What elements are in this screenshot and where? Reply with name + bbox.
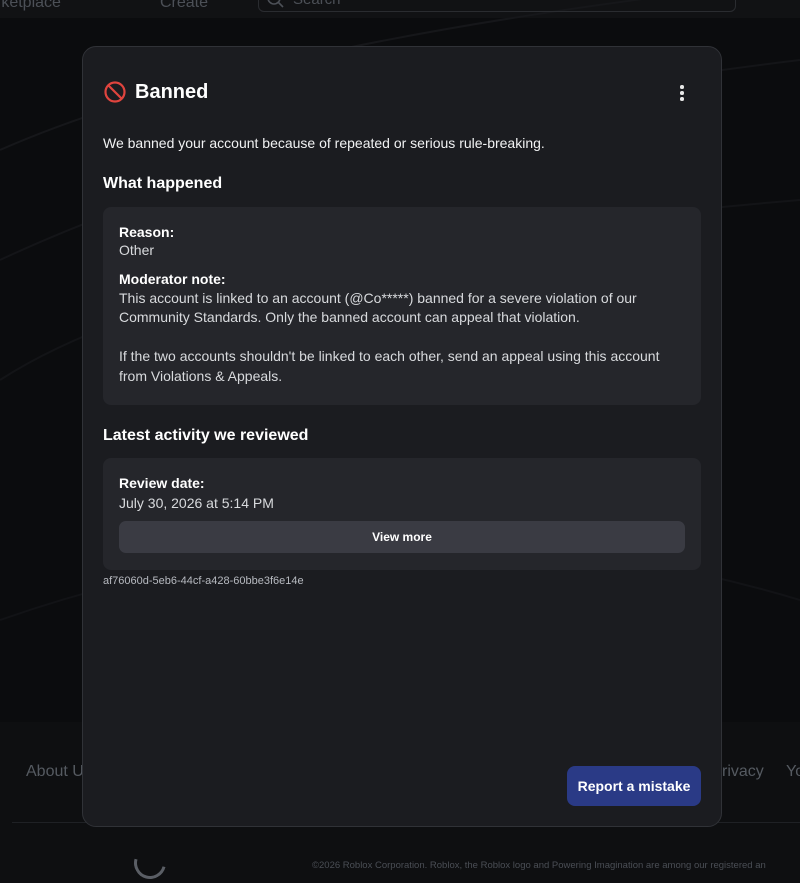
search-input[interactable]: Search bbox=[258, 0, 736, 12]
search-icon bbox=[267, 0, 284, 8]
moderator-note-line-3: If the two accounts shouldn't be linked … bbox=[119, 348, 660, 364]
more-options-icon[interactable] bbox=[671, 81, 693, 105]
ban-intro-text: We banned your account because of repeat… bbox=[103, 135, 545, 151]
modal-header: Banned bbox=[103, 79, 701, 105]
moderator-note-line-1: This account is linked to an account (@C… bbox=[119, 290, 637, 306]
moderator-note-line-2: Community Standards. Only the banned acc… bbox=[119, 309, 580, 325]
reference-id: af76060d-5eb6-44cf-a428-60bbe3f6e14e bbox=[103, 575, 304, 587]
footer-copyright: ©2026 Roblox Corporation. Roblox, the Ro… bbox=[312, 860, 766, 871]
reason-label: Reason: bbox=[119, 224, 175, 240]
latest-activity-heading: Latest activity we reviewed bbox=[103, 427, 309, 444]
ban-modal: Banned We banned your account because of… bbox=[82, 46, 722, 827]
ban-icon bbox=[104, 81, 126, 103]
reason-value: Other bbox=[119, 242, 155, 258]
what-happened-heading: What happened bbox=[103, 175, 223, 192]
review-date-value: July 30, 2026 at 5:14 PM bbox=[119, 495, 274, 511]
search-placeholder: Search bbox=[293, 0, 341, 8]
moderator-note-line-4: from Violations & Appeals. bbox=[119, 368, 283, 384]
report-mistake-button[interactable]: Report a mistake bbox=[567, 766, 701, 806]
footer-link-more[interactable]: Yo bbox=[786, 763, 800, 781]
view-more-button[interactable]: View more bbox=[119, 521, 685, 553]
what-happened-card: Reason: Other Moderator note: This accou… bbox=[103, 207, 701, 405]
latest-activity-card: Review date: July 30, 2026 at 5:14 PM Vi… bbox=[103, 458, 701, 570]
footer-link-privacy[interactable]: rivacy bbox=[722, 763, 764, 781]
nav-marketplace[interactable]: rketplace bbox=[0, 0, 61, 12]
moderator-note-label: Moderator note: bbox=[119, 271, 226, 287]
modal-title: Banned bbox=[135, 80, 209, 103]
footer-link-about[interactable]: About U bbox=[26, 763, 84, 781]
nav-create[interactable]: Create bbox=[160, 0, 208, 12]
review-date-label: Review date: bbox=[119, 475, 205, 491]
